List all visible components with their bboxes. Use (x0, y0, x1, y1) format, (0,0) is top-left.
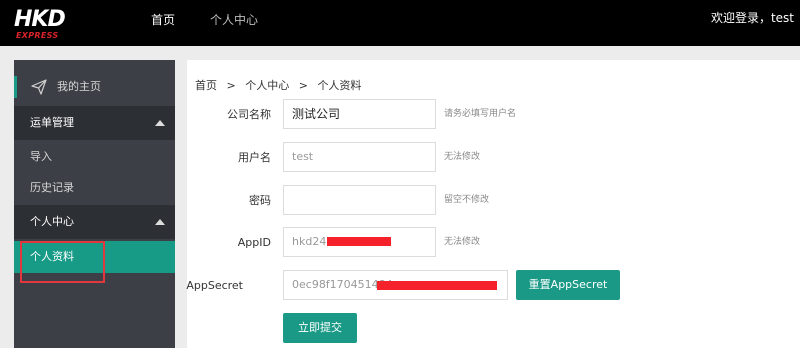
sidebar-group-orders[interactable]: 运单管理 (14, 106, 175, 140)
caret-up-icon (155, 120, 165, 126)
welcome-text: 欢迎登录，test (710, 11, 794, 25)
sidebar-item-home[interactable]: 我的主页 (14, 70, 175, 104)
sidebar-item-label: 我的主页 (57, 80, 101, 93)
breadcrumb-separator: > (298, 79, 308, 92)
redaction-mark (327, 237, 391, 246)
caret-up-icon (155, 219, 165, 225)
reset-appsecret-button[interactable]: 重置AppSecret (516, 270, 620, 300)
appid-hint: 无法修改 (444, 237, 481, 247)
breadcrumb-personal-center[interactable]: 个人中心 (245, 79, 289, 92)
top-bar: HKD EXPRESS 首页 个人中心 欢迎登录，test (0, 0, 800, 46)
main-panel: 首页 > 个人中心 > 个人资料 公司名称 测试公司 请务必填写用户名 用户名 … (186, 60, 800, 348)
company-name-input[interactable]: 测试公司 (283, 99, 436, 129)
breadcrumb: 首页 > 个人中心 > 个人资料 (195, 78, 365, 94)
sidebar-group-label: 运单管理 (30, 116, 74, 129)
logo-text: HKD (14, 7, 66, 32)
company-label: 公司名称 (227, 108, 271, 121)
appid-label: AppID (237, 236, 271, 249)
nav-home[interactable]: 首页 (151, 12, 175, 28)
sidebar: 我的主页 运单管理 导入 历史记录 个人中心 个人资料 (14, 60, 175, 348)
password-hint: 留空不修改 (444, 195, 490, 205)
annotation-highlight-box (20, 241, 105, 283)
password-input[interactable] (283, 185, 436, 215)
redaction-mark (377, 281, 497, 290)
breadcrumb-profile: 个人资料 (317, 79, 362, 92)
company-hint: 请务必填写用户名 (444, 109, 517, 119)
breadcrumb-home[interactable]: 首页 (195, 79, 217, 92)
username-input[interactable]: test (283, 142, 436, 172)
appsecret-label: AppSecret (186, 279, 243, 292)
username-label: 用户名 (238, 151, 271, 164)
breadcrumb-separator: > (226, 79, 236, 92)
sidebar-group-personal-center[interactable]: 个人中心 (14, 205, 175, 239)
paper-plane-icon (31, 79, 47, 95)
sidebar-item-history[interactable]: 历史记录 (30, 180, 74, 196)
password-label: 密码 (249, 194, 271, 207)
logo-subtext: EXPRESS (16, 31, 59, 40)
username-hint: 无法修改 (444, 152, 481, 162)
hkd-logo[interactable]: HKD EXPRESS (14, 7, 84, 41)
sidebar-item-import[interactable]: 导入 (30, 149, 52, 165)
active-indicator (14, 76, 17, 98)
sidebar-group-label: 个人中心 (30, 215, 74, 228)
submit-button[interactable]: 立即提交 (283, 313, 357, 343)
nav-personal-center[interactable]: 个人中心 (210, 12, 258, 28)
